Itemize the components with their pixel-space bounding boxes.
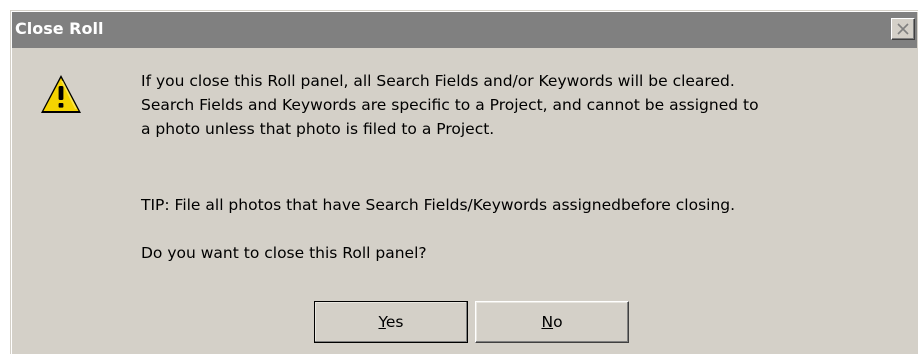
yes-button-label: Yes <box>378 313 404 331</box>
question-text: Do you want to close this Roll panel? <box>141 244 427 262</box>
close-x-icon <box>897 23 909 35</box>
warning-icon <box>41 75 81 113</box>
no-button[interactable]: No <box>475 301 629 343</box>
message-line-3: a photo unless that photo is filed to a … <box>141 120 495 138</box>
no-button-label: No <box>541 313 563 331</box>
message-line-2: Search Fields and Keywords are specific … <box>141 96 759 114</box>
title-bar[interactable]: Close Roll <box>12 12 917 48</box>
close-button[interactable] <box>891 18 915 40</box>
dialog-title: Close Roll <box>15 19 104 38</box>
tip-text: TIP: File all photos that have Search Fi… <box>141 196 736 214</box>
close-roll-dialog: Close Roll If you close this Roll panel,… <box>10 10 918 354</box>
yes-button[interactable]: Yes <box>314 301 468 343</box>
message-area: If you close this Roll panel, all Search… <box>141 69 901 262</box>
message-line-1: If you close this Roll panel, all Search… <box>141 72 735 90</box>
